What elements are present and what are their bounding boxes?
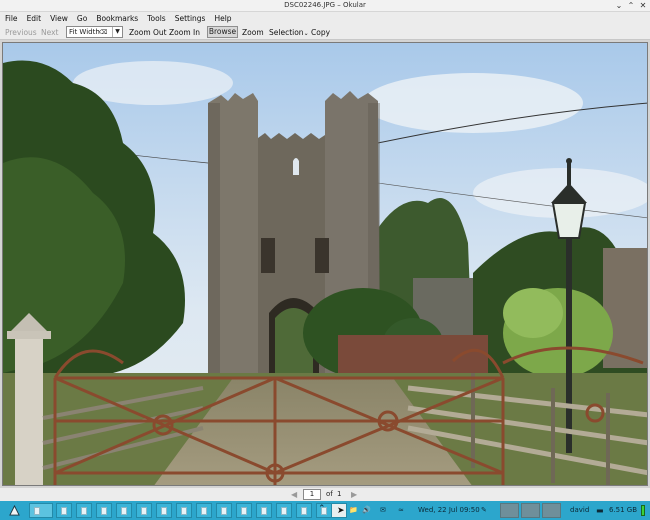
- battery-icon: [641, 505, 645, 516]
- menu-bar: File Edit View Go Bookmarks Tools Settin…: [0, 12, 650, 25]
- task-button[interactable]: [296, 503, 312, 518]
- menu-view[interactable]: View: [50, 14, 68, 23]
- cursor-icon: ➤: [337, 506, 345, 516]
- photo-illustration: [3, 43, 647, 485]
- prev-page-icon[interactable]: ◀: [291, 489, 297, 500]
- menu-help[interactable]: Help: [214, 14, 231, 23]
- next-button[interactable]: Next: [41, 27, 58, 38]
- chevron-down-icon[interactable]: ▼: [112, 27, 122, 37]
- menu-go[interactable]: Go: [77, 14, 87, 23]
- task-button[interactable]: [256, 503, 272, 518]
- menu-file[interactable]: File: [5, 14, 18, 23]
- selection-label: Selection: [269, 28, 304, 37]
- document-viewer[interactable]: [0, 40, 650, 488]
- task-button[interactable]: [276, 503, 292, 518]
- task-button[interactable]: [136, 503, 152, 518]
- clipboard-icon[interactable]: ✎: [481, 506, 487, 514]
- menu-tools[interactable]: Tools: [147, 14, 165, 23]
- taskbar: ⌃ ➤ 📁 🔊 ✉ ≈ Wed, 22 Jul 09:50 ✎ david ▬ …: [0, 501, 650, 520]
- wifi-icon[interactable]: ≈: [398, 506, 404, 514]
- drive-icon: ▬: [596, 506, 604, 515]
- photo: [2, 42, 648, 486]
- task-button[interactable]: [176, 503, 192, 518]
- zoom-in-button[interactable]: Zoom In: [169, 27, 200, 38]
- volume-icon[interactable]: 🔊: [362, 506, 371, 514]
- zoom-value: Fit Width: [69, 28, 100, 36]
- page-navigation: ◀ 1 of 1 ▶: [0, 488, 650, 501]
- desktop-2[interactable]: [521, 503, 540, 518]
- minimize-icon[interactable]: ⌄: [614, 1, 624, 11]
- close-icon[interactable]: ✕: [638, 1, 648, 11]
- title-bar: DSC02246.JPG – Okular ⌄ ⌃ ✕: [0, 0, 650, 12]
- copy-button[interactable]: Copy: [311, 27, 330, 38]
- page-of-label: of: [326, 490, 333, 498]
- clock[interactable]: Wed, 22 Jul 09:50: [418, 506, 480, 514]
- task-button-active[interactable]: [29, 503, 53, 518]
- task-button[interactable]: [156, 503, 172, 518]
- desktop-1[interactable]: [500, 503, 519, 518]
- mail-icon[interactable]: ✉: [380, 506, 386, 514]
- next-page-icon[interactable]: ▶: [351, 489, 357, 500]
- page-total: 1: [337, 490, 342, 498]
- disk-free: 6.51 GB: [609, 506, 638, 514]
- clear-icon[interactable]: ⌫: [99, 28, 107, 38]
- menu-bookmarks[interactable]: Bookmarks: [96, 14, 138, 23]
- zoom-select[interactable]: Fit Width ⌫ ▼: [66, 26, 123, 38]
- task-button[interactable]: [56, 503, 72, 518]
- task-button[interactable]: [196, 503, 212, 518]
- start-menu-icon[interactable]: [9, 505, 20, 516]
- task-button[interactable]: [216, 503, 232, 518]
- previous-button[interactable]: Previous: [5, 27, 37, 38]
- menu-edit[interactable]: Edit: [27, 14, 42, 23]
- task-button[interactable]: [116, 503, 132, 518]
- zoom-tool-button[interactable]: Zoom: [242, 27, 264, 38]
- window-title: DSC02246.JPG – Okular: [284, 1, 366, 9]
- maximize-icon[interactable]: ⌃: [626, 1, 636, 11]
- up-arrow-icon[interactable]: ⌃: [318, 504, 326, 514]
- page-number-input[interactable]: 1: [303, 489, 321, 500]
- zoom-out-button[interactable]: Zoom Out: [129, 27, 167, 38]
- task-button[interactable]: [96, 503, 112, 518]
- chevron-down-icon: ⌄: [303, 30, 309, 37]
- task-button[interactable]: [236, 503, 252, 518]
- task-button[interactable]: [76, 503, 92, 518]
- browse-button[interactable]: Browse: [207, 26, 238, 38]
- toolbar: Previous Next Fit Width ⌫ ▼ Zoom Out Zoo…: [0, 25, 650, 40]
- files-icon[interactable]: 📁: [349, 506, 358, 514]
- selection-button[interactable]: Selection⌄: [269, 27, 309, 38]
- user-name: david: [570, 506, 590, 514]
- focused-window-button[interactable]: ➤: [331, 503, 347, 518]
- desktop-3[interactable]: [542, 503, 561, 518]
- menu-settings[interactable]: Settings: [175, 14, 206, 23]
